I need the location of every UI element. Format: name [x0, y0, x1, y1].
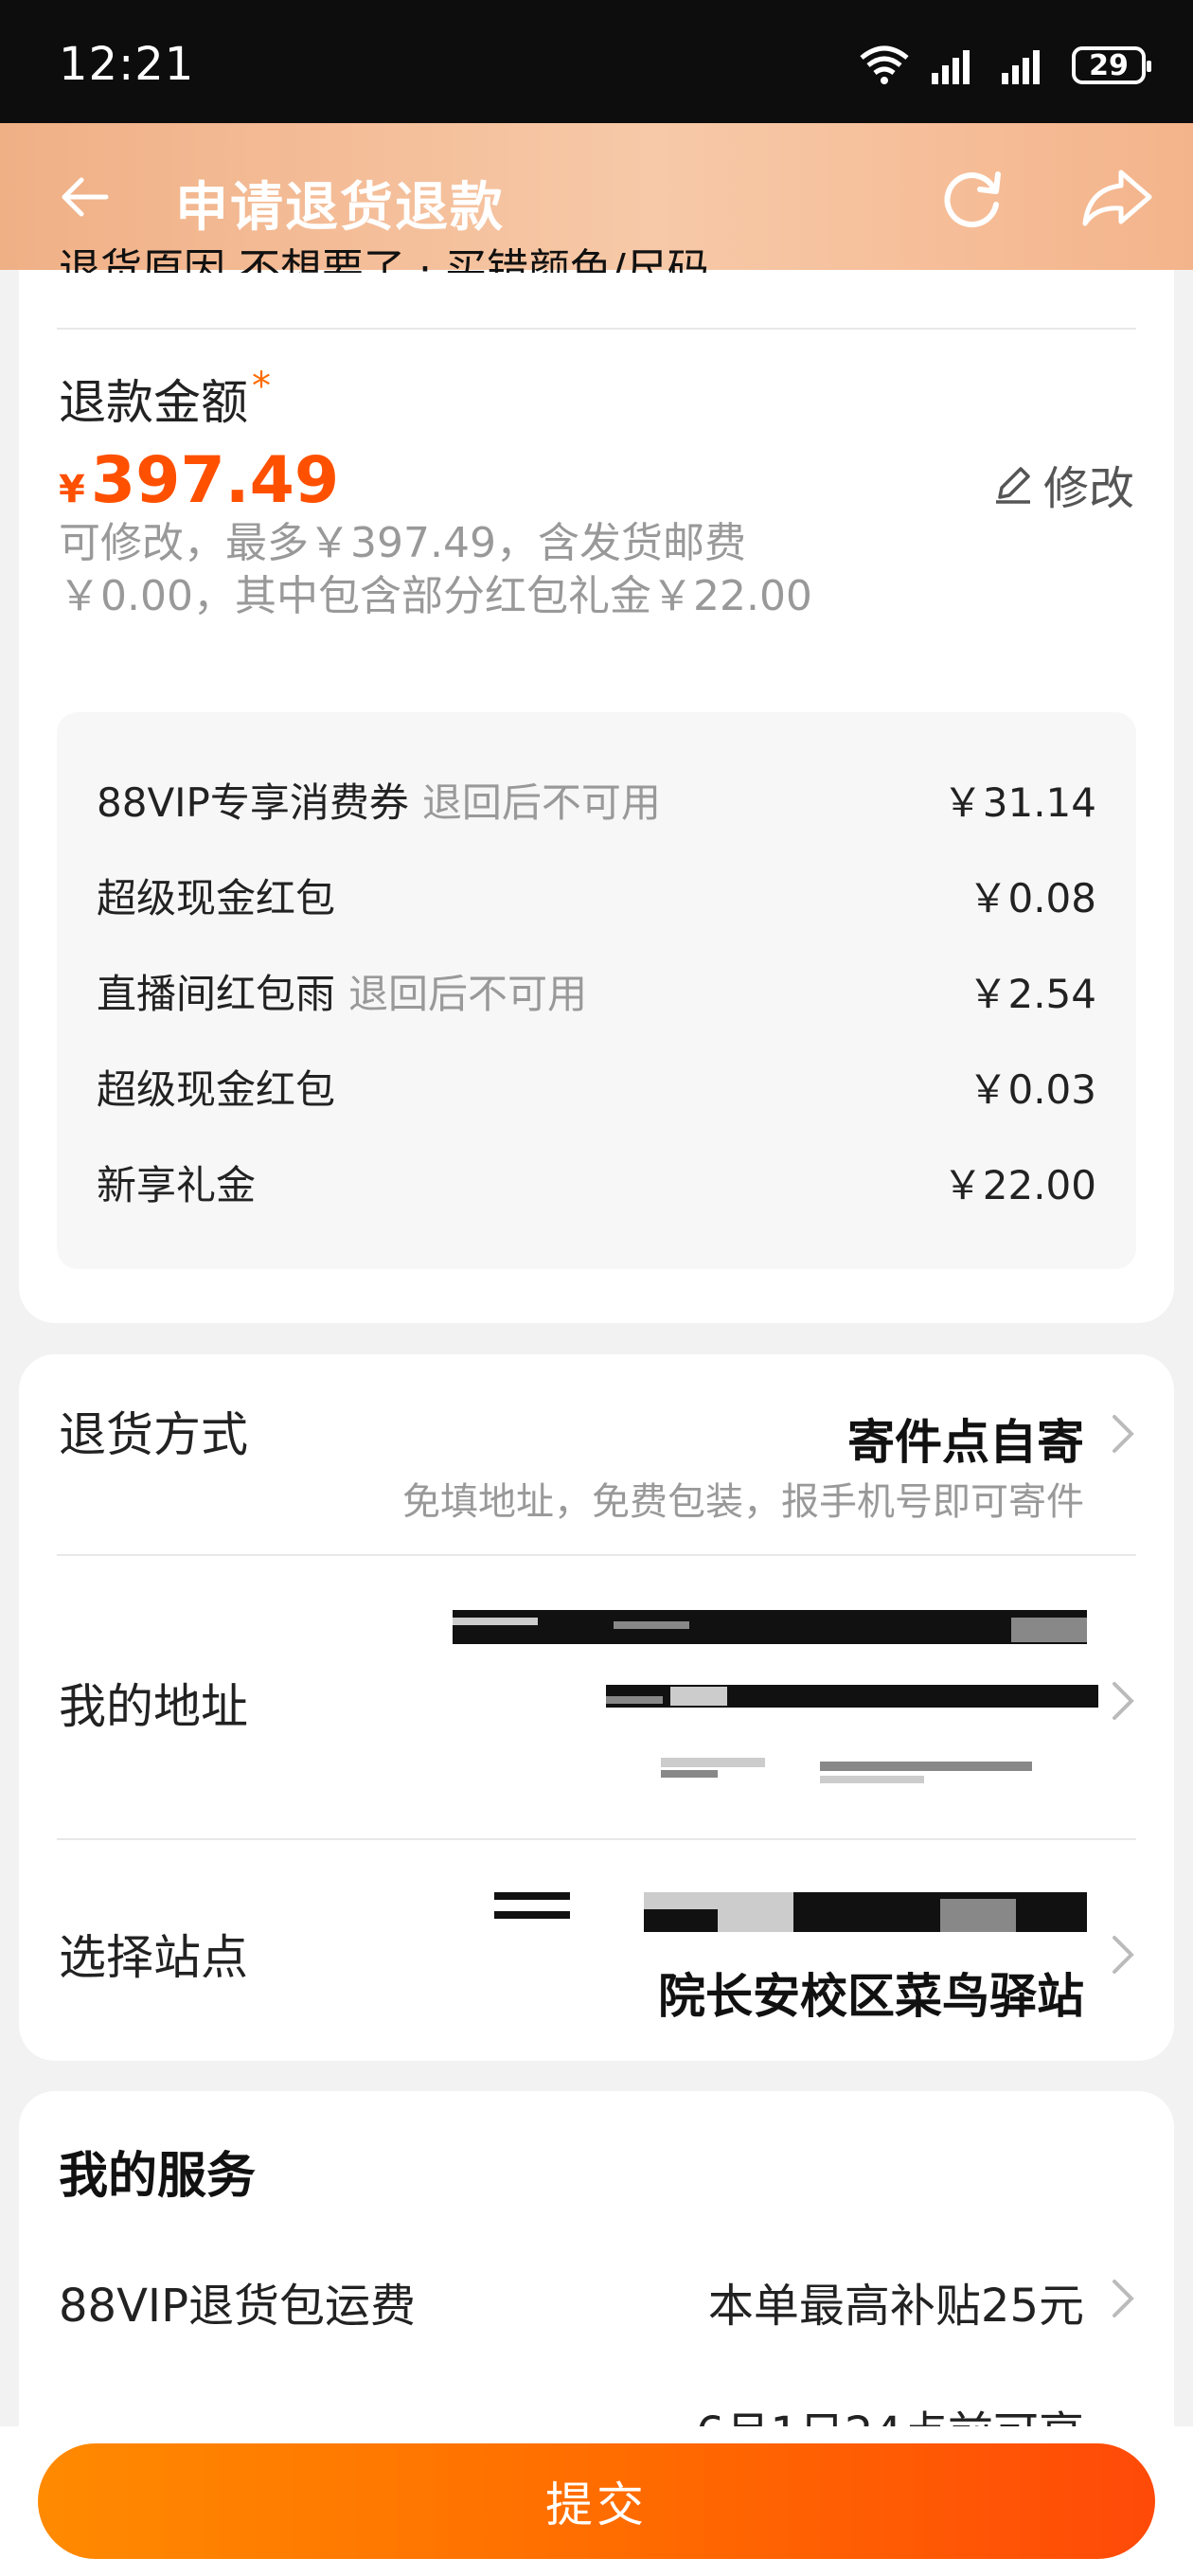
currency-symbol: ¥	[59, 468, 85, 511]
signal-icon	[932, 50, 970, 84]
status-bar: 12:21 29	[0, 0, 1193, 123]
discount-breakdown: 88VIP专享消费券 退回后不可用 ￥31.14 超级现金红包 ￥0.08 直播间…	[57, 712, 1136, 1269]
return-reason-cut: 退货原因 不想要了 · 买错颜色/尺码	[59, 245, 709, 273]
service-item-label: 88VIP退货包运费	[59, 2280, 417, 2333]
status-icons: 29	[858, 42, 1151, 89]
return-method-sub: 免填地址，免费包装，报手机号即可寄件	[402, 1480, 1084, 1524]
refund-description: 可修改，最多￥397.49，含发货邮费￥0.00，其中包含部分红包礼金￥22.0…	[59, 519, 812, 620]
item-note: 退回后不可用	[421, 778, 661, 826]
item-name: 新享礼金	[97, 1161, 257, 1208]
service-deadline-cut: 6月1日24点前可享	[696, 2396, 1084, 2426]
list-item: 88VIP专享消费券 退回后不可用 ￥31.14	[97, 771, 1096, 828]
return-method-value: 寄件点自寄	[847, 1415, 1084, 1470]
item-name: 超级现金红包	[97, 874, 336, 921]
refresh-icon[interactable]	[937, 163, 1007, 233]
item-amount: ￥0.03	[968, 1065, 1096, 1113]
station-label: 选择站点	[59, 1930, 248, 1985]
submit-button[interactable]: 提交	[38, 2443, 1155, 2559]
item-name: 直播间红包雨	[97, 970, 336, 1017]
divider	[57, 1838, 1136, 1840]
page-title: 申请退货退款	[175, 177, 505, 239]
pencil-icon	[995, 467, 1030, 504]
item-amount: ￥31.14	[942, 778, 1096, 826]
list-item: 直播间红包雨 退回后不可用 ￥2.54	[97, 962, 1096, 1019]
list-item: 新享礼金 ￥22.00	[97, 1154, 1096, 1210]
edit-amount-button[interactable]: 修改	[992, 451, 1134, 517]
refund-amount-value: 397.49	[90, 443, 340, 518]
item-note: 退回后不可用	[348, 970, 588, 1017]
list-item: 超级现金红包 ￥0.03	[97, 1058, 1096, 1115]
item-name: 88VIP专享消费券	[97, 778, 409, 826]
divider	[57, 1554, 1136, 1556]
divider	[57, 328, 1136, 330]
item-amount: ￥22.00	[942, 1161, 1096, 1208]
return-method-label: 退货方式	[59, 1407, 248, 1462]
battery-level: 29	[1089, 48, 1129, 82]
share-icon[interactable]	[1079, 163, 1155, 233]
required-mark: *	[252, 365, 271, 408]
status-time: 12:21	[59, 38, 195, 91]
list-item: 超级现金红包 ￥0.08	[97, 867, 1096, 923]
battery-icon: 29	[1072, 46, 1151, 84]
back-arrow-icon[interactable]	[57, 169, 114, 225]
refund-amount-label: 退款金额 *	[59, 365, 271, 433]
refund-amount-label-text: 退款金额	[59, 375, 248, 430]
station-value: 院长安校区菜鸟驿站	[658, 1969, 1084, 2024]
service-item-value: 本单最高补贴25元	[707, 2280, 1084, 2333]
chevron-right-icon	[1113, 2280, 1134, 2317]
wifi-icon	[860, 45, 909, 84]
item-name: 超级现金红包	[97, 1065, 336, 1113]
chevron-right-icon	[1113, 1936, 1134, 1974]
signal-icon	[1002, 50, 1040, 84]
services-title: 我的服务	[59, 2148, 257, 2205]
item-amount: ￥2.54	[968, 970, 1096, 1017]
address-label: 我的地址	[59, 1679, 248, 1734]
chevron-right-icon	[1113, 1415, 1134, 1453]
item-amount: ￥0.08	[968, 874, 1096, 921]
chevron-right-icon	[1113, 1682, 1134, 1720]
refund-amount: ¥397.49	[59, 443, 339, 518]
edit-amount-label: 修改	[1042, 462, 1134, 515]
